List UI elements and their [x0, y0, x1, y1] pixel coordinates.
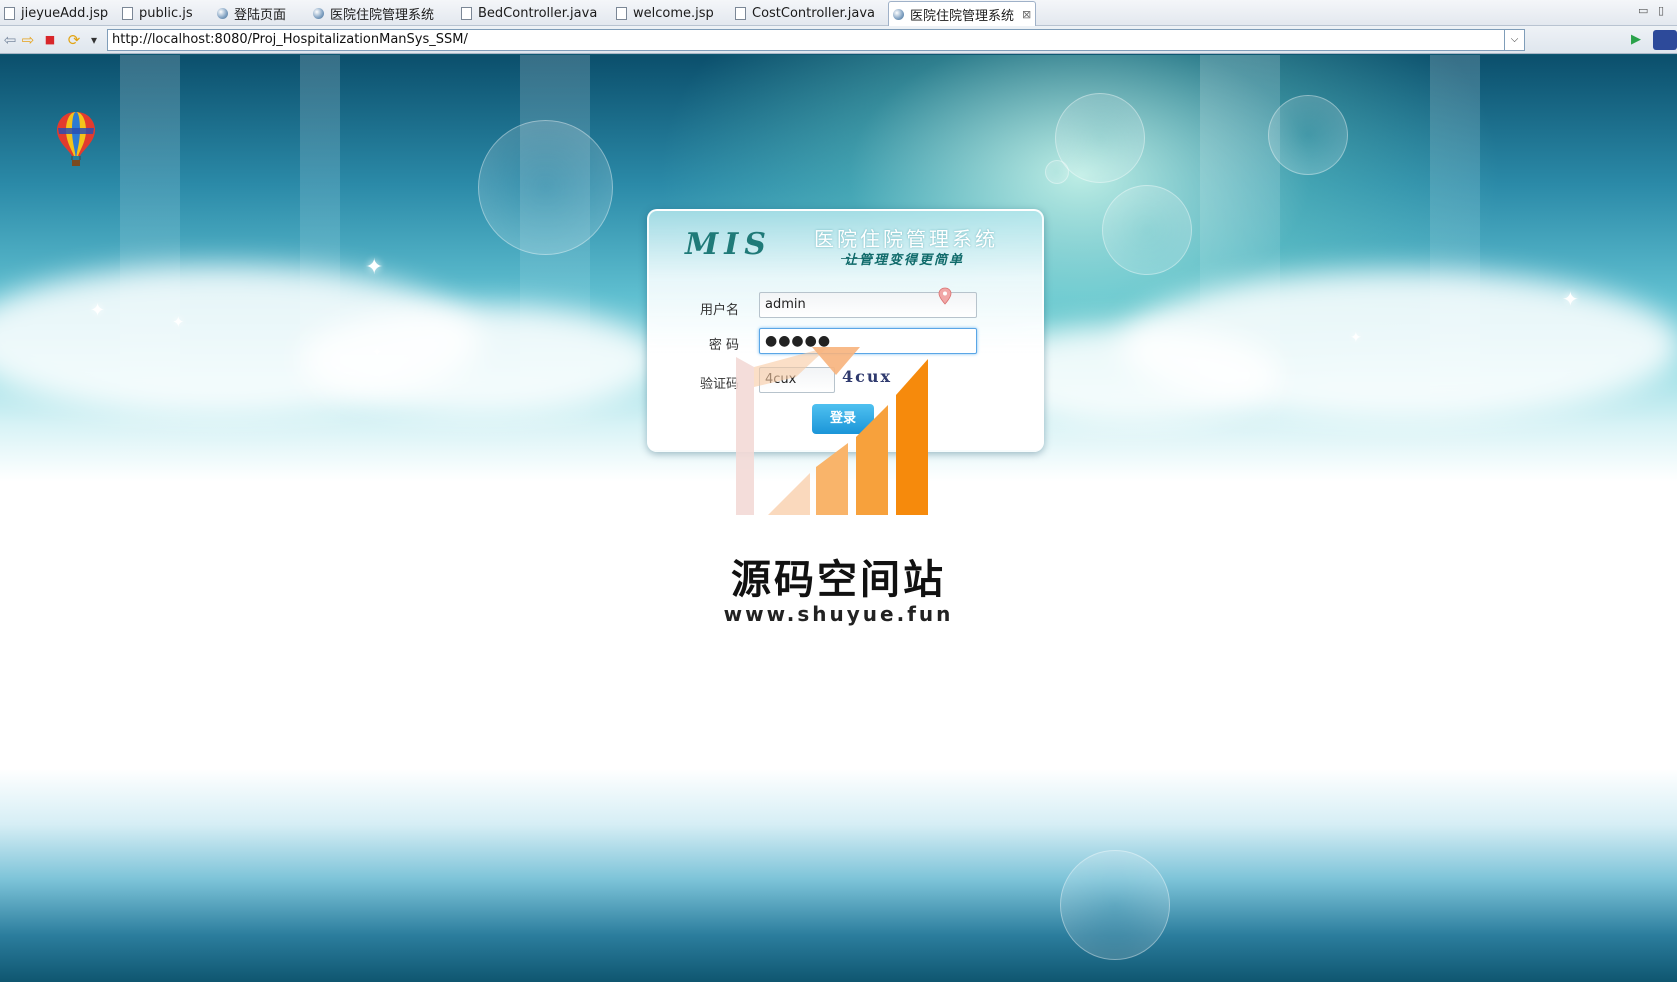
tab-welcome-jsp[interactable]: welcome.jsp — [612, 2, 718, 25]
tab-jieyueadd-jsp[interactable]: jieyueAdd.jsp — [0, 2, 112, 25]
mis-logo: MIS — [685, 227, 772, 262]
stop-icon[interactable]: ■ — [40, 30, 60, 50]
globe-icon — [893, 8, 904, 20]
captcha-label: 验证码 — [699, 377, 739, 392]
slogan: 让管理变得更简单 — [844, 253, 965, 268]
hot-air-balloon-icon — [57, 112, 95, 166]
tab-label: 登陆页面 — [234, 8, 287, 23]
chevron-down-icon[interactable]: ▾ — [84, 30, 104, 50]
tab-label: welcome.jsp — [633, 6, 714, 21]
browser-toolbar: ⇦ ⇨ ■ ⟳ ▾ http://localhost:8080/Proj_Hos… — [0, 26, 1677, 54]
password-label: 密 码 — [708, 338, 739, 353]
page-viewport: ✦ ✦ ✦ ✦ ✦ ✦ MIS 医院住院管理系统 让管理变得更简单 用户名 ad… — [0, 55, 1677, 982]
js-file-icon — [122, 7, 133, 20]
sparkle-icon: ✦ — [90, 300, 106, 321]
tab-bedcontroller-java[interactable]: BedController.java — [457, 2, 601, 25]
minimize-icon[interactable]: ▭ — [1638, 4, 1648, 17]
background-bubble — [1060, 850, 1170, 960]
editor-tab-bar: jieyueAdd.jsp public.js 登陆页面 医院住院管理系统 Be… — [0, 0, 1677, 26]
watermark-title: 源码空间站 — [731, 557, 946, 603]
tab-hospital-system[interactable]: 医院住院管理系统 — [309, 2, 438, 25]
go-icon[interactable]: ▶ — [1626, 30, 1646, 50]
tab-label: BedController.java — [478, 6, 598, 21]
tab-label: CostController.java — [752, 6, 876, 21]
background-bubble — [1102, 185, 1192, 275]
tab-label: public.js — [139, 6, 193, 21]
tab-label: 医院住院管理系统 — [330, 8, 435, 23]
sparkle-icon: ✦ — [1562, 287, 1579, 311]
refresh-icon[interactable]: ⟳ — [64, 30, 84, 50]
eclipse-icon[interactable] — [1653, 30, 1677, 50]
background-cloud — [300, 305, 660, 415]
forward-icon[interactable]: ⇨ — [18, 30, 38, 50]
sparkle-icon: ✦ — [172, 313, 185, 331]
maximize-icon[interactable]: ▯ — [1658, 4, 1664, 17]
background-bubble — [478, 120, 613, 255]
globe-icon — [313, 8, 324, 19]
tab-costcontroller-java[interactable]: CostController.java — [731, 2, 879, 25]
tab-label: jieyueAdd.jsp — [21, 6, 109, 21]
tab-login-page[interactable]: 登陆页面 — [213, 2, 290, 25]
watermark-logo-icon — [736, 347, 928, 515]
watermark-url: www.shuyue.fun — [723, 602, 954, 626]
file-icon — [616, 7, 627, 20]
username-label: 用户名 — [699, 303, 739, 318]
tab-hospital-system-active[interactable]: 医院住院管理系统 ⊠ — [888, 1, 1037, 26]
address-bar[interactable]: http://localhost:8080/Proj_Hospitalizati… — [107, 29, 1505, 51]
java-file-icon — [735, 7, 746, 20]
sparkle-icon: ✦ — [372, 345, 383, 359]
back-icon[interactable]: ⇦ — [0, 30, 20, 50]
background-bubble — [1268, 95, 1348, 175]
sparkle-icon: ✦ — [365, 255, 384, 280]
address-dropdown-icon[interactable]: ⌵ — [1505, 29, 1525, 51]
globe-icon — [217, 8, 228, 19]
tab-label: 医院住院管理系统 — [910, 8, 1015, 24]
background-bubble — [1045, 160, 1069, 184]
file-icon — [4, 7, 15, 20]
close-tab-icon[interactable]: ⊠ — [1022, 8, 1031, 21]
java-file-icon — [461, 7, 472, 20]
tab-public-js[interactable]: public.js — [118, 2, 197, 25]
sparkle-icon: ✦ — [1350, 330, 1362, 346]
map-pin-icon — [938, 287, 952, 305]
system-title: 医院住院管理系统 — [814, 227, 998, 251]
